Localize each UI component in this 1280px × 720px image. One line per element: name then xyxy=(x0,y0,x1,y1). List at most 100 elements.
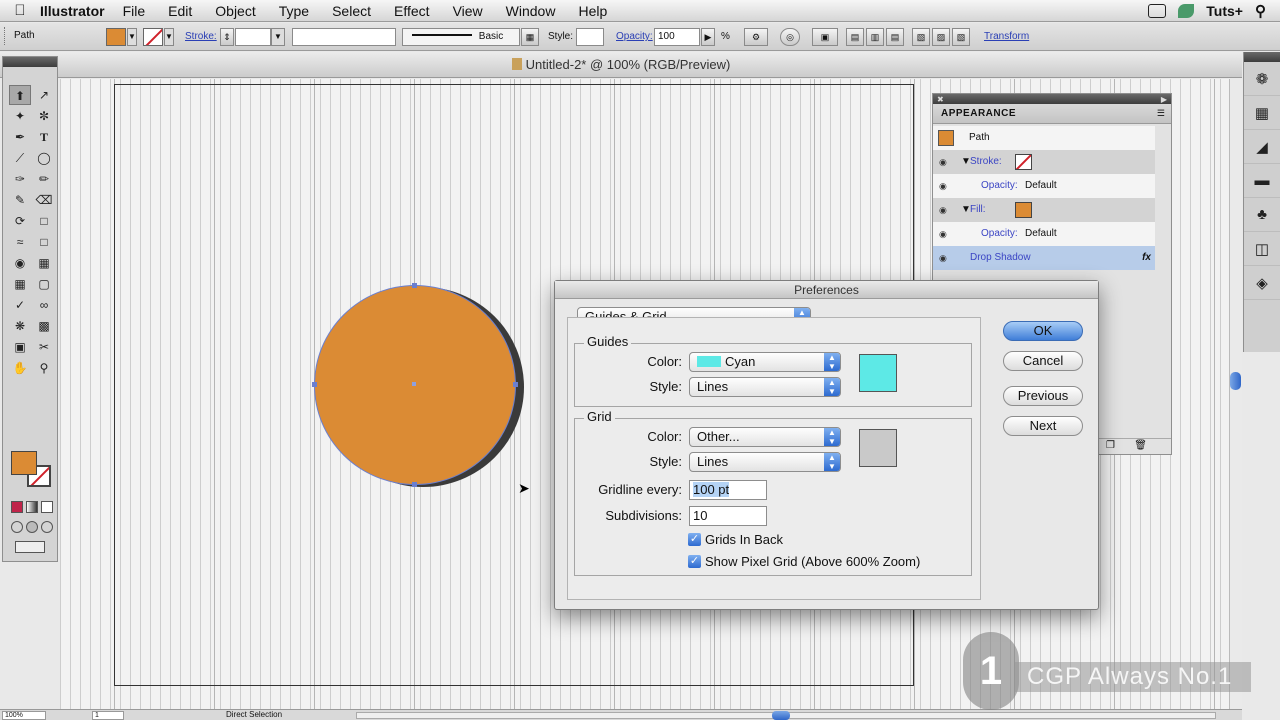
direct-selection-tool-icon[interactable]: ↗ xyxy=(33,85,55,105)
fill-opacity-row[interactable]: ◉ Opacity: Default xyxy=(933,222,1155,246)
guides-color-swatch[interactable] xyxy=(859,354,897,392)
pencil-tool-icon[interactable]: ✏ xyxy=(33,169,55,189)
recolor-artwork-icon[interactable]: ⚙ xyxy=(744,28,768,46)
menu-select[interactable]: Select xyxy=(332,3,371,19)
guides-style-select[interactable]: Lines ▲ ▼ xyxy=(689,377,841,397)
paintbrush-tool-icon[interactable]: ✑ xyxy=(9,169,31,189)
align-top-icon[interactable]: ▧ xyxy=(912,28,930,46)
draw-inside-icon[interactable] xyxy=(41,521,53,533)
graphic-styles-panel-icon[interactable]: ◫ xyxy=(1244,232,1280,266)
tools-panel-header[interactable] xyxy=(3,57,57,67)
magic-wand-tool-icon[interactable]: ✦ xyxy=(9,106,31,126)
horizontal-scroll-thumb[interactable] xyxy=(772,711,790,720)
artboard-tool-icon[interactable]: ▣ xyxy=(9,337,31,357)
align-center-icon[interactable]: ▥ xyxy=(866,28,884,46)
menu-effect[interactable]: Effect xyxy=(394,3,430,19)
appearance-tab[interactable]: APPEARANCE xyxy=(933,104,1171,124)
scale-tool-icon[interactable]: □ xyxy=(33,211,55,231)
opacity-slider-arrow-icon[interactable]: ▶ xyxy=(701,28,715,46)
grid-style-select[interactable]: Lines ▲ ▼ xyxy=(689,452,841,472)
pen-tool-icon[interactable]: ✒ xyxy=(9,127,31,147)
fill-swatch-icon[interactable] xyxy=(1015,202,1032,218)
gradient-tool-icon[interactable]: ▢ xyxy=(33,274,55,294)
zoom-level-field[interactable]: 100% xyxy=(2,711,46,720)
panel-collapse-icon[interactable]: ▶ xyxy=(1161,95,1167,104)
transform-panel-link[interactable]: Transform xyxy=(984,31,1029,42)
anchor-point-left[interactable] xyxy=(312,382,317,387)
variable-width-field[interactable] xyxy=(292,28,396,46)
menu-window[interactable]: Window xyxy=(506,3,556,19)
stroke-visibility-eye-icon[interactable]: ◉ xyxy=(939,156,951,168)
column-graph-tool-icon[interactable]: ▩ xyxy=(33,316,55,336)
perspective-grid-tool-icon[interactable]: ▦ xyxy=(33,253,55,273)
anchor-point-top[interactable] xyxy=(412,283,417,288)
symbols-panel-icon[interactable]: ♣ xyxy=(1244,198,1280,232)
line-tool-icon[interactable]: ⟋ xyxy=(9,148,31,168)
width-tool-icon[interactable]: ≈ xyxy=(9,232,31,252)
grid-color-select[interactable]: Other... ▲ ▼ xyxy=(689,427,841,447)
tutsplus-label[interactable]: Tuts+ xyxy=(1206,3,1243,19)
brush-options-button[interactable]: ▦ xyxy=(521,28,539,46)
next-button[interactable]: Next xyxy=(1003,416,1083,436)
none-mode-icon[interactable] xyxy=(41,501,53,513)
stroke-none-swatch-icon[interactable] xyxy=(1015,154,1032,170)
stroke-opacity-label[interactable]: Opacity: xyxy=(981,174,1018,198)
apple-menu-icon[interactable]:  xyxy=(0,2,40,19)
guides-color-select[interactable]: Cyan ▲ ▼ xyxy=(689,352,841,372)
menu-type[interactable]: Type xyxy=(279,3,309,19)
app-menu[interactable]: Illustrator xyxy=(40,3,105,19)
opacity-panel-link[interactable]: Opacity: xyxy=(616,31,653,42)
appearance-path-row[interactable]: Path xyxy=(933,126,1155,150)
gradient-mode-icon[interactable] xyxy=(26,501,38,513)
opacity-field[interactable]: 100 xyxy=(654,28,700,46)
mesh-tool-icon[interactable]: ▦ xyxy=(9,274,31,294)
fill-opacity-label[interactable]: Opacity: xyxy=(981,222,1018,246)
align-left-icon[interactable]: ▤ xyxy=(846,28,864,46)
stroke-panel-link[interactable]: Stroke: xyxy=(185,31,217,42)
isolate-icon[interactable]: ◎ xyxy=(780,28,800,46)
brush-definition-field[interactable]: Basic xyxy=(402,28,520,46)
spotlight-search-icon[interactable]: ⚲ xyxy=(1255,2,1266,20)
align-middle-icon[interactable]: ▨ xyxy=(932,28,950,46)
stroke-opacity-row[interactable]: ◉ Opacity: Default xyxy=(933,174,1155,198)
show-pixel-grid-checkbox[interactable]: ✓ Show Pixel Grid (Above 600% Zoom) xyxy=(688,554,920,569)
eyedropper-tool-icon[interactable]: ✓ xyxy=(9,295,31,315)
stroke-label[interactable]: Stroke: xyxy=(970,150,1002,174)
graphic-style-picker[interactable] xyxy=(576,28,604,46)
leaf-icon[interactable] xyxy=(1178,4,1195,18)
blob-brush-tool-icon[interactable]: ✎ xyxy=(9,190,31,210)
fill-color-icon[interactable] xyxy=(11,451,37,475)
symbol-sprayer-tool-icon[interactable]: ❋ xyxy=(9,316,31,336)
effect-visibility-eye-icon[interactable]: ◉ xyxy=(939,252,951,264)
color-mode-icon[interactable] xyxy=(11,501,23,513)
menu-file[interactable]: File xyxy=(123,3,146,19)
vertical-scroll-thumb[interactable] xyxy=(1230,372,1241,390)
menu-help[interactable]: Help xyxy=(578,3,607,19)
document-title-bar[interactable]: Untitled-2* @ 100% (RGB/Preview) xyxy=(0,52,1242,78)
stroke-weight-stepper[interactable]: ⇕ xyxy=(220,28,234,46)
cancel-button[interactable]: Cancel xyxy=(1003,351,1083,371)
type-tool-icon[interactable]: T xyxy=(33,127,55,147)
current-tool-status[interactable]: Direct Selection xyxy=(226,710,282,720)
menu-edit[interactable]: Edit xyxy=(168,3,192,19)
layers-panel-icon[interactable]: ◈ xyxy=(1244,266,1280,300)
free-transform-tool-icon[interactable]: □ xyxy=(33,232,55,252)
align-bottom-icon[interactable]: ▧ xyxy=(952,28,970,46)
draw-normal-icon[interactable] xyxy=(11,521,23,533)
hand-tool-icon[interactable]: ✋ xyxy=(9,358,31,378)
dock-header[interactable] xyxy=(1244,52,1280,62)
appearance-panel-header[interactable]: ✖ ▶ xyxy=(933,94,1171,104)
fx-icon[interactable]: fx xyxy=(1142,246,1151,270)
fill-opacity-eye-icon[interactable]: ◉ xyxy=(939,228,951,240)
fill-dropdown-chevron-icon[interactable]: ▼ xyxy=(127,28,137,46)
stroke-none-swatch[interactable] xyxy=(143,28,163,46)
fill-color-swatch[interactable] xyxy=(106,28,126,46)
vertical-scrollbar[interactable] xyxy=(1229,79,1242,709)
eraser-tool-icon[interactable]: ⌫ xyxy=(33,190,55,210)
camera-icon[interactable] xyxy=(1148,4,1167,18)
stroke-dropdown-chevron-icon[interactable]: ▼ xyxy=(164,28,174,46)
control-bar-grip[interactable] xyxy=(4,27,7,45)
fill-stroke-widget[interactable] xyxy=(11,451,55,491)
delete-item-icon[interactable]: 🗑 xyxy=(1134,440,1147,451)
ok-button[interactable]: OK xyxy=(1003,321,1083,341)
